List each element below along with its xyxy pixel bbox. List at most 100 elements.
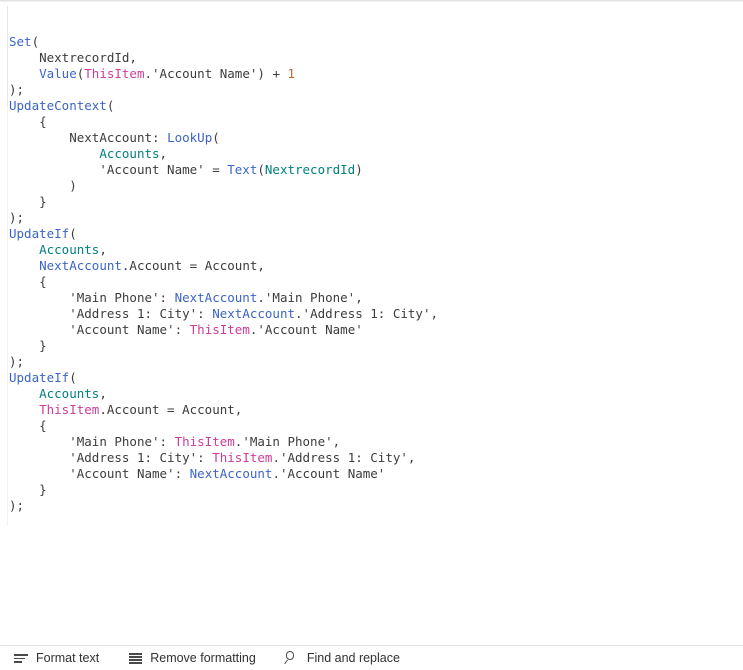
code-token: .'Main Phone',	[257, 290, 363, 305]
code-token: 'Main Phone':	[69, 434, 175, 449]
code-line: 'Account Name': NextAccount.'Account Nam…	[9, 466, 739, 482]
code-token: 'Account Name' =	[99, 162, 228, 177]
code-line: 'Address 1: City': NextAccount.'Address …	[9, 306, 739, 322]
code-token: .'Account Name'	[144, 66, 258, 81]
code-line: }	[9, 482, 739, 498]
code-token: );	[9, 498, 25, 513]
code-content[interactable]: Set( NextrecordId, Value(ThisItem.'Accou…	[9, 34, 739, 514]
code-line: Set(	[9, 34, 739, 50]
code-line: )	[9, 178, 739, 194]
code-line: 'Main Phone': NextAccount.'Main Phone',	[9, 290, 739, 306]
code-line: NextAccount.Account = Account,	[9, 258, 739, 274]
code-token: .Account = Account,	[99, 402, 243, 417]
find-and-replace-label: Find and replace	[306, 651, 400, 665]
code-token: (	[69, 226, 77, 241]
code-line: 'Address 1: City': ThisItem.'Address 1: …	[9, 450, 739, 466]
code-token: Value	[39, 66, 77, 81]
code-line: );	[9, 210, 739, 226]
code-token: ,	[99, 386, 107, 401]
code-token: }	[39, 482, 47, 497]
code-token: 1	[287, 66, 296, 81]
code-token: 'Account Name':	[69, 322, 190, 337]
code-line: }	[9, 338, 739, 354]
find-and-replace-button[interactable]: Find and replace	[284, 647, 409, 669]
code-token: .'Address 1: City',	[272, 450, 416, 465]
code-line: );	[9, 498, 739, 514]
code-token: ThisItem	[84, 66, 145, 81]
code-line: Value(ThisItem.'Account Name') + 1	[9, 66, 739, 82]
code-token: Accounts	[39, 242, 100, 257]
code-line: ThisItem.Account = Account,	[9, 402, 739, 418]
code-token: .'Address 1: City',	[295, 306, 439, 321]
code-token: )	[257, 66, 265, 81]
code-token: ,	[99, 242, 107, 257]
search-icon	[284, 651, 300, 666]
code-token: .'Account Name'	[249, 322, 363, 337]
code-token: (	[31, 34, 40, 49]
code-token: UpdateIf	[9, 370, 70, 385]
code-token: ThisItem	[174, 434, 235, 449]
format-text-icon	[14, 651, 29, 666]
code-token: Text	[227, 162, 258, 177]
formula-code-editor[interactable]: Set( NextrecordId, Value(ThisItem.'Accou…	[0, 2, 743, 645]
code-token: +	[264, 66, 288, 81]
code-token: (	[257, 162, 265, 177]
code-token: ThisItem	[212, 450, 273, 465]
editor-left-gutter-rule	[7, 6, 8, 106]
code-token: NextAccount	[39, 258, 122, 273]
code-token: 'Address 1: City':	[69, 306, 213, 321]
code-token: }	[39, 194, 47, 209]
code-line: );	[9, 82, 739, 98]
code-token: }	[39, 338, 47, 353]
code-line: 'Account Name': ThisItem.'Account Name'	[9, 322, 739, 338]
editor-left-gutter-rule-lower	[7, 106, 8, 526]
code-token: Accounts	[39, 386, 100, 401]
code-token: (	[69, 370, 77, 385]
code-token: NextAccount	[189, 466, 273, 481]
code-token: UpdateIf	[9, 226, 70, 241]
remove-formatting-icon	[128, 651, 143, 666]
code-token: Set	[9, 34, 32, 49]
format-text-button[interactable]: Format text	[14, 647, 108, 669]
code-token: ThisItem	[189, 322, 250, 337]
code-line: {	[9, 274, 739, 290]
code-line: {	[9, 418, 739, 434]
code-token: )	[355, 162, 363, 177]
code-line: }	[9, 194, 739, 210]
editor-toolbar: Format text Remove formatting Find and r…	[0, 646, 743, 670]
code-token: NextAccount	[212, 306, 296, 321]
code-line: Accounts,	[9, 242, 739, 258]
code-token: .'Account Name'	[272, 466, 386, 481]
code-line: UpdateIf(	[9, 370, 739, 386]
code-token: NextAccount:	[69, 130, 168, 145]
code-token: (	[212, 130, 220, 145]
code-token: 'Account Name':	[69, 466, 190, 481]
code-token: )	[69, 178, 77, 193]
code-token: LookUp	[167, 130, 213, 145]
code-token: );	[9, 82, 25, 97]
code-token: 'Main Phone':	[69, 290, 175, 305]
formula-editor-window: Set( NextrecordId, Value(ThisItem.'Accou…	[0, 0, 743, 670]
code-token: (	[106, 98, 115, 113]
code-line: Accounts,	[9, 146, 739, 162]
code-token: );	[9, 354, 25, 369]
remove-formatting-button[interactable]: Remove formatting	[128, 647, 265, 669]
code-line: UpdateIf(	[9, 226, 739, 242]
code-line: 'Main Phone': ThisItem.'Main Phone',	[9, 434, 739, 450]
code-token: {	[39, 114, 47, 129]
code-line: 'Account Name' = Text(NextrecordId)	[9, 162, 739, 178]
code-token: 'Address 1: City':	[69, 450, 213, 465]
code-line: NextrecordId,	[9, 50, 739, 66]
code-line: );	[9, 354, 739, 370]
code-line: {	[9, 114, 739, 130]
code-token: UpdateContext	[9, 98, 107, 113]
code-token: NextrecordId,	[39, 50, 137, 65]
code-token: );	[9, 210, 25, 225]
code-token: {	[39, 418, 47, 433]
code-line: NextAccount: LookUp(	[9, 130, 739, 146]
format-text-label: Format text	[36, 651, 100, 665]
remove-formatting-label: Remove formatting	[150, 651, 256, 665]
code-token: {	[39, 274, 47, 289]
code-token: NextAccount	[174, 290, 258, 305]
code-token: ,	[159, 146, 168, 161]
